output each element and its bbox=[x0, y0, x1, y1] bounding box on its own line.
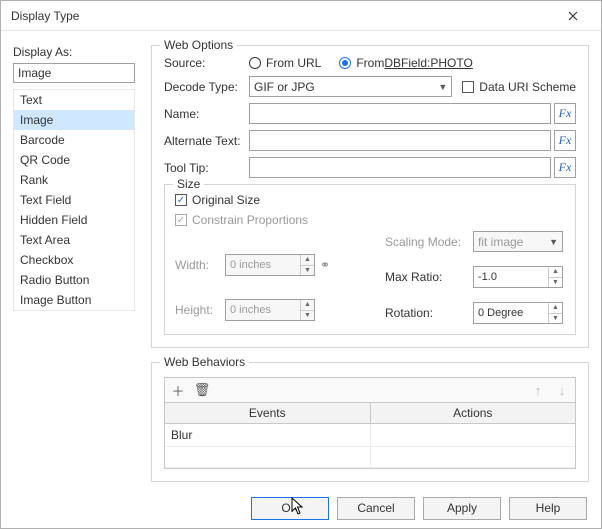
spin-up-icon[interactable]: ▲ bbox=[548, 267, 562, 277]
delete-behavior-button[interactable]: 🗑 bbox=[193, 381, 211, 399]
plus-icon: ＋ bbox=[171, 381, 184, 400]
table-row[interactable]: Blur bbox=[165, 424, 575, 447]
display-type-item[interactable]: QR Code bbox=[14, 150, 134, 170]
web-behaviors-table[interactable]: Events Actions Blur bbox=[164, 403, 576, 469]
tooltip-fx-button[interactable]: Fx bbox=[554, 157, 576, 178]
chevron-down-icon: ▼ bbox=[438, 82, 447, 92]
tooltip-input[interactable] bbox=[249, 157, 551, 178]
arrow-down-icon: ↓ bbox=[559, 383, 566, 398]
source-from-db-radio[interactable]: From DBField:PHOTO bbox=[339, 56, 472, 70]
data-uri-label: Data URI Scheme bbox=[479, 80, 576, 94]
display-as-input[interactable]: Image bbox=[13, 63, 135, 83]
actions-header: Actions bbox=[371, 403, 576, 423]
original-size-checkbox[interactable]: ✓ Original Size bbox=[175, 193, 565, 207]
spin-down-icon: ▼ bbox=[300, 310, 314, 320]
width-label: Width: bbox=[175, 258, 225, 272]
display-as-label: Display As: bbox=[13, 45, 145, 59]
scaling-mode-value: fit image bbox=[478, 235, 523, 249]
source-from-url-label: From URL bbox=[266, 56, 321, 70]
source-from-url-radio[interactable]: From URL bbox=[249, 56, 321, 70]
display-type-item[interactable]: Text bbox=[14, 90, 134, 110]
name-input[interactable] bbox=[249, 103, 551, 124]
move-up-button: ↑ bbox=[529, 381, 547, 399]
web-options-group: Web Options Source: From URL From DBFiel… bbox=[151, 45, 589, 348]
radio-icon bbox=[339, 57, 351, 69]
display-type-item[interactable]: Hidden Field bbox=[14, 210, 134, 230]
source-from-db-prefix: From bbox=[356, 56, 384, 70]
web-behaviors-legend: Web Behaviors bbox=[160, 355, 249, 369]
max-ratio-value: -1.0 bbox=[474, 271, 548, 283]
data-uri-checkbox[interactable]: Data URI Scheme bbox=[462, 80, 576, 94]
alt-text-label: Alternate Text: bbox=[164, 134, 249, 148]
width-value: 0 inches bbox=[226, 259, 300, 271]
alt-text-input[interactable] bbox=[249, 130, 551, 151]
name-label: Name: bbox=[164, 107, 249, 121]
close-icon bbox=[568, 11, 578, 21]
checkbox-icon bbox=[462, 81, 474, 93]
link-icon: ⚭ bbox=[319, 245, 331, 285]
display-type-item[interactable]: Text Area bbox=[14, 230, 134, 250]
rotation-stepper[interactable]: 0 Degree ▲▼ bbox=[473, 302, 563, 324]
original-size-label: Original Size bbox=[192, 193, 260, 207]
checkbox-icon: ✓ bbox=[175, 214, 187, 226]
max-ratio-stepper[interactable]: -1.0 ▲▼ bbox=[473, 266, 563, 288]
arrow-up-icon: ↑ bbox=[535, 383, 542, 398]
event-cell: Blur bbox=[165, 424, 371, 446]
events-header: Events bbox=[165, 403, 371, 423]
display-type-item[interactable]: Rank bbox=[14, 170, 134, 190]
display-type-item[interactable]: Barcode bbox=[14, 130, 134, 150]
scaling-mode-select: fit image ▼ bbox=[473, 231, 563, 252]
name-fx-button[interactable]: Fx bbox=[554, 103, 576, 124]
window-title: Display Type bbox=[11, 9, 79, 23]
height-stepper: 0 inches ▲▼ bbox=[225, 299, 315, 321]
cancel-button[interactable]: Cancel bbox=[337, 497, 415, 520]
size-legend: Size bbox=[173, 177, 204, 191]
size-group: Size ✓ Original Size ✓ Constrain Proport… bbox=[164, 184, 576, 335]
apply-button[interactable]: Apply bbox=[423, 497, 501, 520]
spin-up-icon[interactable]: ▲ bbox=[548, 303, 562, 313]
height-value: 0 inches bbox=[226, 304, 300, 316]
constrain-checkbox: ✓ Constrain Proportions bbox=[175, 213, 565, 227]
add-behavior-button[interactable]: ＋ bbox=[169, 381, 187, 399]
web-behaviors-group: Web Behaviors ＋ 🗑 ↑ ↓ Events Actions Blu… bbox=[151, 362, 589, 482]
web-options-legend: Web Options bbox=[160, 38, 237, 52]
height-label: Height: bbox=[175, 303, 225, 317]
constrain-label: Constrain Proportions bbox=[192, 213, 308, 227]
display-type-item[interactable]: Radio Button bbox=[14, 270, 134, 290]
display-type-item[interactable]: Image bbox=[14, 110, 134, 130]
tooltip-label: Tool Tip: bbox=[164, 161, 249, 175]
max-ratio-label: Max Ratio: bbox=[385, 270, 473, 284]
spin-down-icon[interactable]: ▼ bbox=[548, 313, 562, 323]
spin-down-icon[interactable]: ▼ bbox=[548, 277, 562, 287]
ok-button[interactable]: OK bbox=[251, 497, 329, 520]
display-type-item[interactable]: Checkbox bbox=[14, 250, 134, 270]
action-cell bbox=[371, 424, 576, 446]
rotation-value: 0 Degree bbox=[474, 307, 548, 319]
rotation-label: Rotation: bbox=[385, 306, 473, 320]
move-down-button: ↓ bbox=[553, 381, 571, 399]
spin-up-icon: ▲ bbox=[300, 300, 314, 310]
width-stepper: 0 inches ▲▼ bbox=[225, 254, 315, 276]
decode-type-value: GIF or JPG bbox=[254, 80, 315, 94]
decode-type-label: Decode Type: bbox=[164, 80, 249, 94]
trash-icon: 🗑 bbox=[194, 382, 211, 398]
table-row bbox=[165, 447, 575, 468]
decode-type-select[interactable]: GIF or JPG ▼ bbox=[249, 76, 452, 97]
display-type-list[interactable]: TextImageBarcodeQR CodeRankText FieldHid… bbox=[13, 89, 135, 311]
web-behaviors-toolbar: ＋ 🗑 ↑ ↓ bbox=[164, 377, 576, 403]
close-button[interactable] bbox=[553, 2, 593, 30]
chevron-down-icon: ▼ bbox=[549, 237, 558, 247]
spin-down-icon: ▼ bbox=[300, 265, 314, 275]
alt-text-fx-button[interactable]: Fx bbox=[554, 130, 576, 151]
display-type-item[interactable]: Text Field bbox=[14, 190, 134, 210]
source-from-db-field: DBField:PHOTO bbox=[384, 56, 472, 70]
help-button[interactable]: Help bbox=[509, 497, 587, 520]
spin-up-icon: ▲ bbox=[300, 255, 314, 265]
checkbox-icon: ✓ bbox=[175, 194, 187, 206]
display-type-item[interactable]: Image Button bbox=[14, 290, 134, 310]
source-label: Source: bbox=[164, 56, 249, 70]
radio-icon bbox=[249, 57, 261, 69]
scaling-mode-label: Scaling Mode: bbox=[385, 235, 473, 249]
